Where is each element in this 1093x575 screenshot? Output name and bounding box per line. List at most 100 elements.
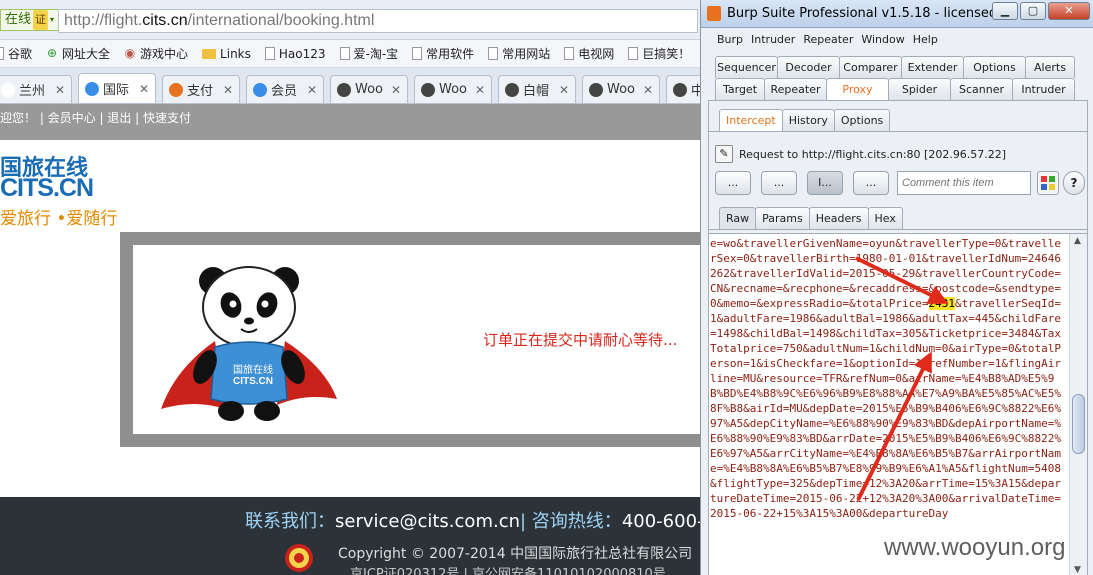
bookmark-label: 谷歌 xyxy=(8,47,33,61)
browser-tab[interactable]: Woo ✕ xyxy=(414,75,492,103)
forward-button[interactable]: ... xyxy=(715,171,751,195)
subtab-options[interactable]: Options xyxy=(833,109,891,131)
browser-tab-strip: 兰州 ✕ 国际 ✕ 支付 ✕ 会员 ✕ Woo ✕ Woo ✕ 白帽 ✕ Woo ✕ 中✕ xyxy=(0,68,700,104)
menu-item-help[interactable]: Help xyxy=(913,30,938,50)
bookmark-item[interactable]: ⊕ 网址大全 xyxy=(46,45,110,62)
viewtab-raw[interactable]: Raw xyxy=(719,207,757,229)
menu-item-intruder[interactable]: Intruder xyxy=(751,30,795,50)
url-input[interactable]: http://flight.cits.cn/international/book… xyxy=(58,9,698,33)
comment-input[interactable] xyxy=(897,171,1031,195)
bookmark-label: 游戏中心 xyxy=(140,47,189,61)
favicon-icon xyxy=(673,82,687,97)
bookmark-item[interactable]: Hao123 xyxy=(264,46,326,61)
site-logo[interactable]: 国旅在线 CITS.CN 爱旅行 •爱随行 xyxy=(0,150,130,230)
bookmark-label: Hao123 xyxy=(278,46,326,61)
tab-options[interactable]: Options xyxy=(963,56,1026,78)
footer-copyright: Copyright © 2007-2014 中国国际旅行社总社有限公司 xyxy=(338,546,693,562)
divider xyxy=(709,229,1087,230)
browser-tab[interactable]: 支付 ✕ xyxy=(162,75,240,103)
browser-tab[interactable]: 国际 ✕ xyxy=(78,73,156,103)
favicon-icon xyxy=(169,82,183,97)
browser-tab[interactable]: Woo ✕ xyxy=(582,75,660,103)
bookmark-item[interactable]: 常用网站 xyxy=(488,45,550,62)
tab-repeater[interactable]: Repeater xyxy=(764,78,827,100)
browser-tab[interactable]: 白帽 ✕ xyxy=(498,75,576,103)
tab-extender[interactable]: Extender xyxy=(901,56,964,78)
drop-button[interactable]: ... xyxy=(761,171,797,195)
tab-intruder[interactable]: Intruder xyxy=(1012,78,1075,100)
intercept-toggle-button[interactable]: I... xyxy=(807,171,843,195)
tab-label: 兰州 xyxy=(19,84,46,99)
close-icon[interactable]: ✕ xyxy=(307,83,317,97)
message-view-tabs: Raw Params Headers Hex xyxy=(719,207,903,229)
close-icon[interactable]: ✕ xyxy=(559,83,569,97)
scroll-thumb[interactable] xyxy=(1072,394,1085,454)
tab-scanner[interactable]: Scanner xyxy=(950,78,1013,100)
bookmark-item[interactable]: 常用软件 xyxy=(412,45,474,62)
vertical-scrollbar[interactable]: ▲ ▼ xyxy=(1069,234,1087,575)
bookmark-item[interactable]: 谷歌 xyxy=(0,45,32,62)
close-icon[interactable]: ✕ xyxy=(139,82,149,96)
topbar-links[interactable]: 迎您！ | 会员中心 | 退出 | 快速支付 xyxy=(0,111,191,125)
subtab-history[interactable]: History xyxy=(781,109,835,131)
bookmark-item[interactable]: 电视网 xyxy=(564,45,614,62)
close-icon[interactable]: ✕ xyxy=(475,83,485,97)
tab-label: 国际 xyxy=(103,83,130,98)
menu-item-window[interactable]: Window xyxy=(861,30,904,50)
highlight-color-icon[interactable] xyxy=(1037,171,1059,195)
tab-target[interactable]: Target xyxy=(715,78,765,100)
proxy-panel: Intercept History Options ✎ Request to htt… xyxy=(708,100,1088,575)
browser-tab[interactable]: Woo ✕ xyxy=(330,75,408,103)
minimize-button[interactable]: ▁ xyxy=(992,2,1018,20)
bookmark-label: 电视网 xyxy=(578,47,615,61)
scroll-down-icon[interactable]: ▼ xyxy=(1074,565,1081,575)
scroll-up-icon[interactable]: ▲ xyxy=(1074,236,1081,246)
browser-tab[interactable]: 中✕ xyxy=(666,75,700,103)
bookmark-label: Links xyxy=(220,46,251,61)
viewtab-params[interactable]: Params xyxy=(755,207,810,229)
viewtab-headers[interactable]: Headers xyxy=(808,207,869,229)
maximize-button[interactable]: ▢ xyxy=(1020,2,1046,20)
viewtab-hex[interactable]: Hex xyxy=(867,207,903,229)
tab-alerts[interactable]: Alerts xyxy=(1025,56,1075,78)
burp-title: Burp Suite Professional v1.5.18 - licens… xyxy=(727,6,1019,21)
bookmark-item[interactable]: Links xyxy=(202,47,251,61)
help-button[interactable]: ? xyxy=(1063,171,1085,195)
page-icon xyxy=(628,47,639,60)
tab-spider[interactable]: Spider xyxy=(888,78,951,100)
browser-tab[interactable]: 兰州 ✕ xyxy=(0,75,72,103)
raw-request-text[interactable]: e=wo&travellerGivenName=oyun&travellerTy… xyxy=(709,234,1061,575)
close-icon[interactable]: ✕ xyxy=(643,83,653,97)
hotline-number: 400-600-8 xyxy=(621,511,700,532)
tab-decoder[interactable]: Decoder xyxy=(777,56,840,78)
menu-item-burp[interactable]: Burp xyxy=(717,30,743,50)
raw-message-editor[interactable]: e=wo&travellerGivenName=oyun&travellerTy… xyxy=(709,233,1087,575)
menu-item-repeater[interactable]: Repeater xyxy=(803,30,853,50)
logo-slogan: 爱旅行 •爱随行 xyxy=(0,209,118,229)
browser-tab[interactable]: 会员 ✕ xyxy=(246,75,324,103)
action-button[interactable]: ... xyxy=(853,171,889,195)
close-icon[interactable]: ✕ xyxy=(223,83,233,97)
request-info: ✎ Request to http://flight.cits.cn:80 [2… xyxy=(715,145,1006,163)
hotline-label: | 咨询热线： xyxy=(520,511,622,532)
burp-titlebar[interactable]: Burp Suite Professional v1.5.18 - licens… xyxy=(701,0,1093,28)
panda-mascot-icon xyxy=(161,266,337,421)
bookmark-item[interactable]: ◉ 游戏中心 xyxy=(124,45,188,62)
contact-email[interactable]: service@cits.com.cn xyxy=(335,511,520,532)
bookmark-item[interactable]: 爱-淘-宝 xyxy=(339,45,398,62)
bookmark-item[interactable]: 巨搞笑！ xyxy=(628,45,690,62)
close-icon[interactable]: ✕ xyxy=(391,83,401,97)
pencil-icon[interactable]: ✎ xyxy=(715,145,733,163)
favicon-icon xyxy=(421,82,435,97)
gamepad-icon: ◉ xyxy=(124,46,136,60)
security-badge[interactable]: 在线 证 ▾ xyxy=(0,9,60,31)
subtab-intercept[interactable]: Intercept xyxy=(719,109,783,131)
tab-proxy[interactable]: Proxy xyxy=(826,78,889,100)
tab-label: Woo xyxy=(355,82,383,97)
tab-comparer[interactable]: Comparer xyxy=(839,56,902,78)
tab-sequencer[interactable]: Sequencer xyxy=(715,56,778,78)
footer-contact: 联系我们：service@cits.com.cn| 咨询热线：400-600-8 xyxy=(245,507,700,533)
site-topbar[interactable]: 迎您！ | 会员中心 | 退出 | 快速支付 xyxy=(0,104,700,140)
close-button[interactable]: ✕ xyxy=(1048,2,1090,20)
close-icon[interactable]: ✕ xyxy=(55,83,65,97)
